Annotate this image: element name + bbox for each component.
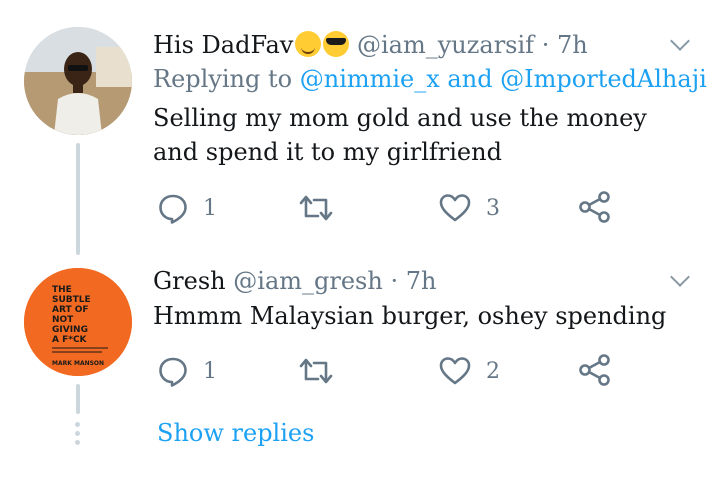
- svg-text:ART OF: ART OF: [52, 305, 89, 315]
- avatar[interactable]: [24, 27, 132, 135]
- sunglasses-face-icon: [323, 31, 350, 57]
- share-icon: [579, 191, 610, 223]
- separator: ·: [390, 267, 399, 295]
- share-icon: [579, 354, 610, 386]
- svg-text:NOT: NOT: [52, 315, 74, 325]
- book-cover-avatar: THE SUBTLE ART OF NOT GIVING A F*CK MARK…: [24, 268, 132, 376]
- retweet-button[interactable]: [298, 192, 334, 224]
- replying-to-link[interactable]: @nimmie_x and @ImportedAlhaji: [300, 65, 707, 93]
- profile-photo-icon: [24, 27, 132, 135]
- reply-count: 1: [203, 358, 217, 384]
- timestamp[interactable]: 7h: [406, 267, 437, 295]
- replying-to: Replying to @nimmie_x and @ImportedAlhaj…: [153, 64, 707, 94]
- like-count: 3: [486, 195, 500, 221]
- heart-icon: [439, 194, 471, 222]
- username[interactable]: @iam_yuzarsif: [357, 31, 534, 59]
- thread-dots: [75, 422, 81, 449]
- share-button[interactable]: [578, 190, 612, 224]
- svg-text:SUBTLE: SUBTLE: [52, 295, 91, 305]
- svg-text:THE: THE: [52, 285, 72, 295]
- retweet-icon: [299, 358, 333, 384]
- reply-button[interactable]: 1: [157, 192, 217, 224]
- separator: ·: [541, 31, 550, 59]
- avatar[interactable]: THE SUBTLE ART OF NOT GIVING A F*CK MARK…: [24, 268, 132, 376]
- share-button[interactable]: [578, 353, 612, 387]
- tweet-header: Gresh @iam_gresh · 7h: [153, 266, 436, 296]
- reply-icon: [159, 357, 187, 387]
- chevron-down-icon[interactable]: [669, 268, 691, 290]
- display-name[interactable]: Gresh: [153, 267, 226, 295]
- retweet-button[interactable]: [298, 355, 334, 387]
- username[interactable]: @iam_gresh: [233, 267, 383, 295]
- retweet-icon: [299, 195, 333, 221]
- heart-icon: [439, 357, 471, 385]
- timestamp[interactable]: 7h: [557, 31, 588, 59]
- show-replies-link[interactable]: Show replies: [157, 418, 314, 448]
- reply-count: 1: [203, 195, 217, 221]
- replying-prefix: Replying to: [153, 65, 293, 93]
- tweet-header: His DadFav @iam_yuzarsif · 7h: [153, 30, 588, 60]
- svg-text:A F*CK: A F*CK: [52, 335, 88, 345]
- thread-line: [76, 143, 80, 255]
- tweet-text: Selling my mom gold and use the money an…: [153, 104, 647, 166]
- chevron-down-icon[interactable]: [669, 32, 691, 54]
- like-button[interactable]: 2: [438, 355, 500, 387]
- display-name[interactable]: His DadFav: [153, 31, 293, 59]
- reply-button[interactable]: 1: [157, 355, 217, 387]
- tweet-text: Hmmm Malaysian burger, oshey spending: [153, 302, 667, 330]
- reply-icon: [159, 194, 187, 224]
- smiling-face-icon: [295, 31, 322, 57]
- like-count: 2: [486, 358, 500, 384]
- like-button[interactable]: 3: [438, 192, 500, 224]
- svg-text:MARK MANSON: MARK MANSON: [52, 360, 104, 367]
- thread-line: [76, 384, 80, 414]
- svg-text:GIVING: GIVING: [52, 325, 88, 335]
